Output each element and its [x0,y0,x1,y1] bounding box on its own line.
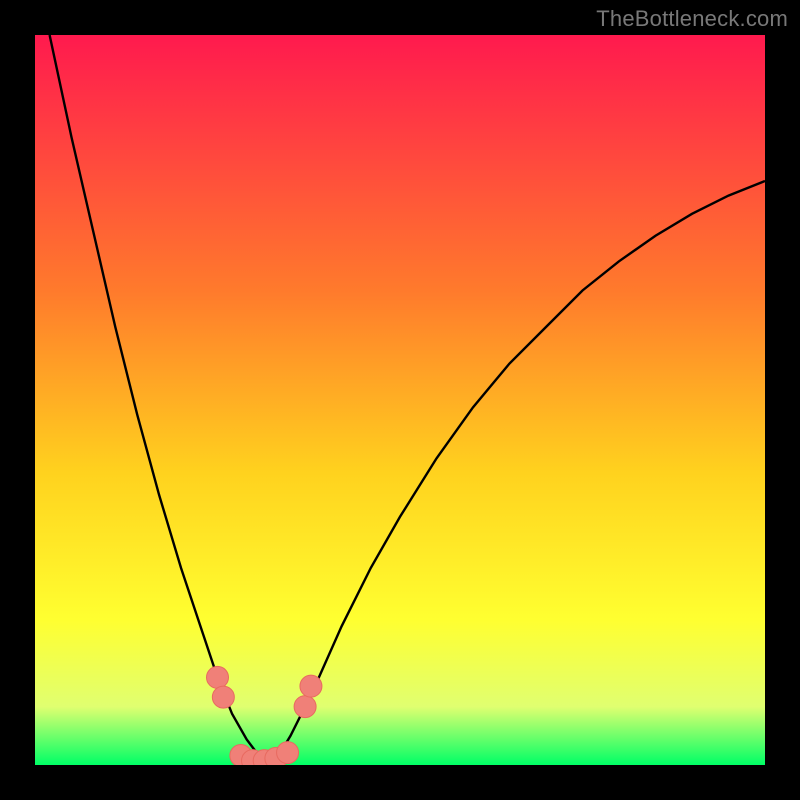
data-marker [300,675,322,697]
data-marker [277,742,299,764]
plot-area [35,35,765,765]
gradient-background [35,35,765,765]
chart-frame: TheBottleneck.com [0,0,800,800]
watermark-text: TheBottleneck.com [596,6,788,32]
data-marker [212,686,234,708]
plot-svg [35,35,765,765]
data-marker [207,666,229,688]
data-marker [294,696,316,718]
